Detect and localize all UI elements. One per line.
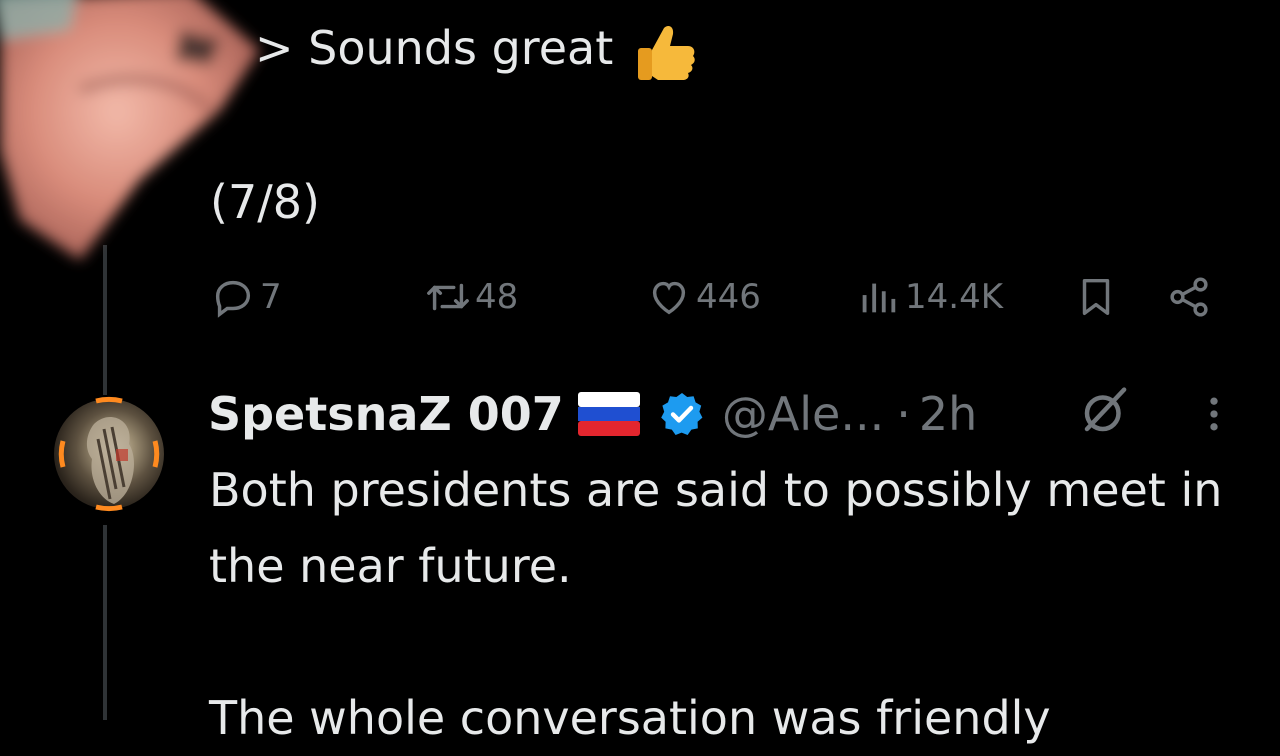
repost-icon (427, 283, 469, 311)
thread-connector-line-lower (103, 525, 107, 720)
reply-icon (215, 280, 251, 318)
display-name[interactable]: SpetsnaZ 007 (208, 387, 564, 441)
repost-count: 48 (475, 277, 519, 317)
reply-count: 7 (260, 277, 282, 317)
share-icon (1170, 277, 1208, 317)
tweet-body: Both presidents are said to possibly mee… (209, 452, 1229, 756)
share-button[interactable] (1166, 272, 1212, 322)
previous-tweet-quote: > Sounds great (255, 21, 614, 75)
views-button[interactable]: 14.4K (855, 272, 1003, 322)
bookmark-icon (1082, 278, 1110, 316)
views-icon (862, 283, 896, 313)
russia-flag-icon (577, 392, 640, 436)
like-count: 446 (696, 277, 761, 317)
view-count: 14.4K (905, 277, 1003, 317)
thread-counter: (7/8) (210, 175, 320, 229)
thumbs-up-emoji-icon (637, 25, 695, 80)
repost-button[interactable]: 48 (425, 272, 518, 322)
like-button[interactable]: 446 (646, 272, 761, 322)
tweet-timestamp[interactable]: 2h (919, 387, 977, 441)
more-vertical-icon[interactable] (1196, 392, 1232, 436)
tweet-action-bar: 7 48 446 14.4K (0, 272, 1280, 322)
tweet-body-paragraph-2: The whole conversation was friendly (209, 691, 1051, 745)
tweet-header: SpetsnaZ 007 @Ale... · 2h (208, 385, 977, 443)
user-handle[interactable]: @Ale... (722, 387, 884, 441)
verified-badge-icon (661, 393, 703, 435)
tweet-body-paragraph: Both presidents are said to possibly mee… (209, 463, 1223, 593)
previous-tweet-text: > Sounds great (255, 18, 698, 84)
avatar-ring (58, 396, 160, 512)
hand-overlay (0, 0, 260, 260)
bookmark-button[interactable] (1073, 272, 1119, 322)
header-separator: · (896, 387, 911, 441)
like-icon (652, 281, 686, 315)
grok-icon[interactable] (1078, 384, 1132, 438)
avatar[interactable] (48, 393, 170, 515)
reply-button[interactable]: 7 (210, 272, 282, 322)
